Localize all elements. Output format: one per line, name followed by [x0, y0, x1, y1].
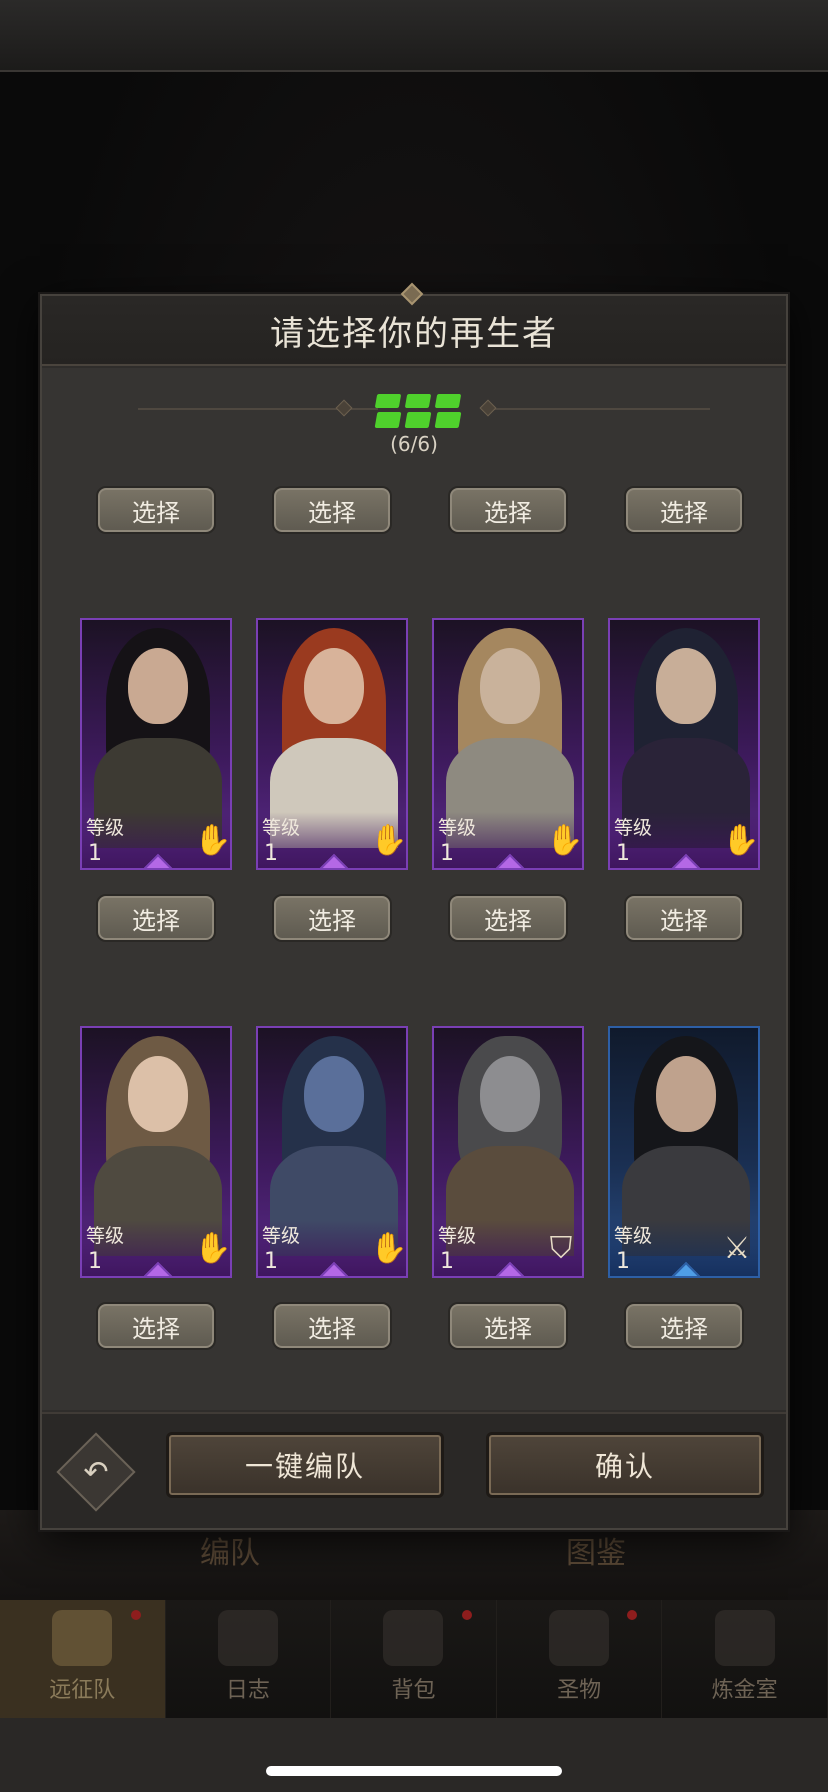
- modal-header: 请选择你的再生者: [42, 282, 786, 366]
- confirm-button[interactable]: 确认: [486, 1432, 764, 1498]
- select-button[interactable]: 选择: [272, 486, 392, 534]
- bottom-navigation: 远征队 日志 背包 圣物 炼金室: [0, 1600, 828, 1718]
- character-card[interactable]: 等级 1 ✋: [432, 618, 584, 870]
- level-value: 1: [440, 841, 454, 866]
- auto-team-button[interactable]: 一键编队: [166, 1432, 444, 1498]
- hand-icon: ✋: [546, 823, 584, 858]
- alchemy-icon: [714, 1610, 775, 1666]
- character-card[interactable]: 等级 1 ⚔: [608, 1026, 760, 1278]
- portrait-face: [128, 1056, 188, 1132]
- notification-dot: [627, 1610, 638, 1620]
- level-value: 1: [616, 1249, 630, 1274]
- bottom-decorative-strip: [0, 1718, 828, 1792]
- hand-icon: ✋: [370, 1231, 408, 1266]
- select-button[interactable]: 选择: [624, 1302, 744, 1350]
- character-card[interactable]: 等级 1 ✋: [80, 1026, 232, 1278]
- character-card[interactable]: 等级 1 ✋: [256, 1026, 408, 1278]
- select-button[interactable]: 选择: [272, 894, 392, 942]
- level-value: 1: [616, 841, 630, 866]
- level-label: 等级: [438, 817, 477, 839]
- select-button[interactable]: 选择: [96, 1302, 216, 1350]
- bag-icon: [383, 1610, 444, 1666]
- select-button[interactable]: 选择: [96, 894, 216, 942]
- select-button[interactable]: 选择: [448, 894, 568, 942]
- nav-item-log[interactable]: 日志: [166, 1600, 332, 1718]
- divider-gem: [335, 399, 353, 417]
- portrait-face: [480, 648, 540, 724]
- modal-title: 请选择你的再生者: [270, 313, 558, 354]
- select-button[interactable]: 选择: [448, 486, 568, 534]
- nav-item-alchemy[interactable]: 炼金室: [662, 1600, 828, 1718]
- select-button[interactable]: 选择: [624, 894, 744, 942]
- slot-filled: [404, 394, 432, 408]
- notification-dot: [130, 1610, 141, 1620]
- level-value: 1: [264, 841, 278, 866]
- level-value: 1: [440, 1249, 454, 1274]
- top-decorative-band: [0, 0, 828, 72]
- slot-filled: [434, 412, 462, 428]
- slot-filled: [404, 412, 432, 428]
- undo-icon: ↶: [83, 1454, 109, 1490]
- level-value: 1: [88, 841, 102, 866]
- nav-label: 背包: [391, 1678, 436, 1703]
- hand-icon: ✋: [370, 823, 408, 858]
- level-label: 等级: [614, 817, 653, 839]
- divider-gem: [479, 399, 497, 417]
- portrait-face: [656, 648, 716, 724]
- chalice-icon: [549, 1610, 610, 1666]
- hand-icon: ✋: [194, 823, 232, 858]
- scroll-icon: [217, 1610, 278, 1666]
- tab-codex[interactable]: 图鉴: [566, 1528, 626, 1572]
- portrait-face: [304, 1056, 364, 1132]
- home-indicator[interactable]: [266, 1766, 562, 1776]
- nav-item-bag[interactable]: 背包: [331, 1600, 497, 1718]
- level-label: 等级: [86, 1225, 125, 1247]
- slot-filled: [374, 394, 402, 408]
- hand-icon: ✋: [722, 823, 760, 858]
- level-value: 1: [88, 1249, 102, 1274]
- select-button[interactable]: 选择: [96, 486, 216, 534]
- team-slots-indicator: [374, 394, 462, 408]
- nav-label: 圣物: [557, 1678, 602, 1703]
- character-card[interactable]: 等级 1 ✋: [256, 618, 408, 870]
- character-card[interactable]: 等级 1 ✋: [608, 618, 760, 870]
- nav-label: 远征队: [49, 1678, 116, 1703]
- portrait-face: [480, 1056, 540, 1132]
- portrait-face: [656, 1056, 716, 1132]
- shield-icon: ⛉: [549, 1231, 573, 1266]
- team-slots-indicator: [374, 412, 462, 428]
- character-card[interactable]: 等级 1 ✋: [80, 618, 232, 870]
- notification-dot: [461, 1610, 472, 1620]
- nav-label: 炼金室: [711, 1678, 778, 1703]
- select-regenerator-modal: 请选择你的再生者 (6/6) 选择 选择 选择 选择 等级 1 ✋ 等级 1 ✋…: [40, 282, 788, 1530]
- level-value: 1: [264, 1249, 278, 1274]
- level-label: 等级: [86, 817, 125, 839]
- select-button[interactable]: 选择: [448, 1302, 568, 1350]
- divider-right: [490, 408, 710, 410]
- level-label: 等级: [262, 817, 301, 839]
- nav-label: 日志: [225, 1678, 270, 1703]
- level-label: 等级: [614, 1225, 653, 1247]
- nav-item-expedition[interactable]: 远征队: [0, 1600, 166, 1718]
- select-button[interactable]: 选择: [624, 486, 744, 534]
- character-card[interactable]: 等级 1 ⛉: [432, 1026, 584, 1278]
- portrait-face: [128, 648, 188, 724]
- slot-filled: [434, 394, 462, 408]
- portrait-face: [304, 648, 364, 724]
- select-button[interactable]: 选择: [272, 1302, 392, 1350]
- sword-icon: ⚔: [723, 1231, 751, 1266]
- slot-filled: [374, 412, 402, 428]
- tab-formation[interactable]: 编队: [200, 1528, 260, 1572]
- helmet-icon: [52, 1610, 113, 1666]
- level-label: 等级: [438, 1225, 477, 1247]
- team-count: (6/6): [390, 432, 438, 456]
- nav-item-relic[interactable]: 圣物: [497, 1600, 663, 1718]
- modal-footer: ↶ 一键编队 确认: [42, 1412, 786, 1528]
- modal-body: (6/6) 选择 选择 选择 选择 等级 1 ✋ 等级 1 ✋ 等级 1 ✋ 等…: [42, 368, 786, 1410]
- level-label: 等级: [262, 1225, 301, 1247]
- hand-icon: ✋: [194, 1231, 232, 1266]
